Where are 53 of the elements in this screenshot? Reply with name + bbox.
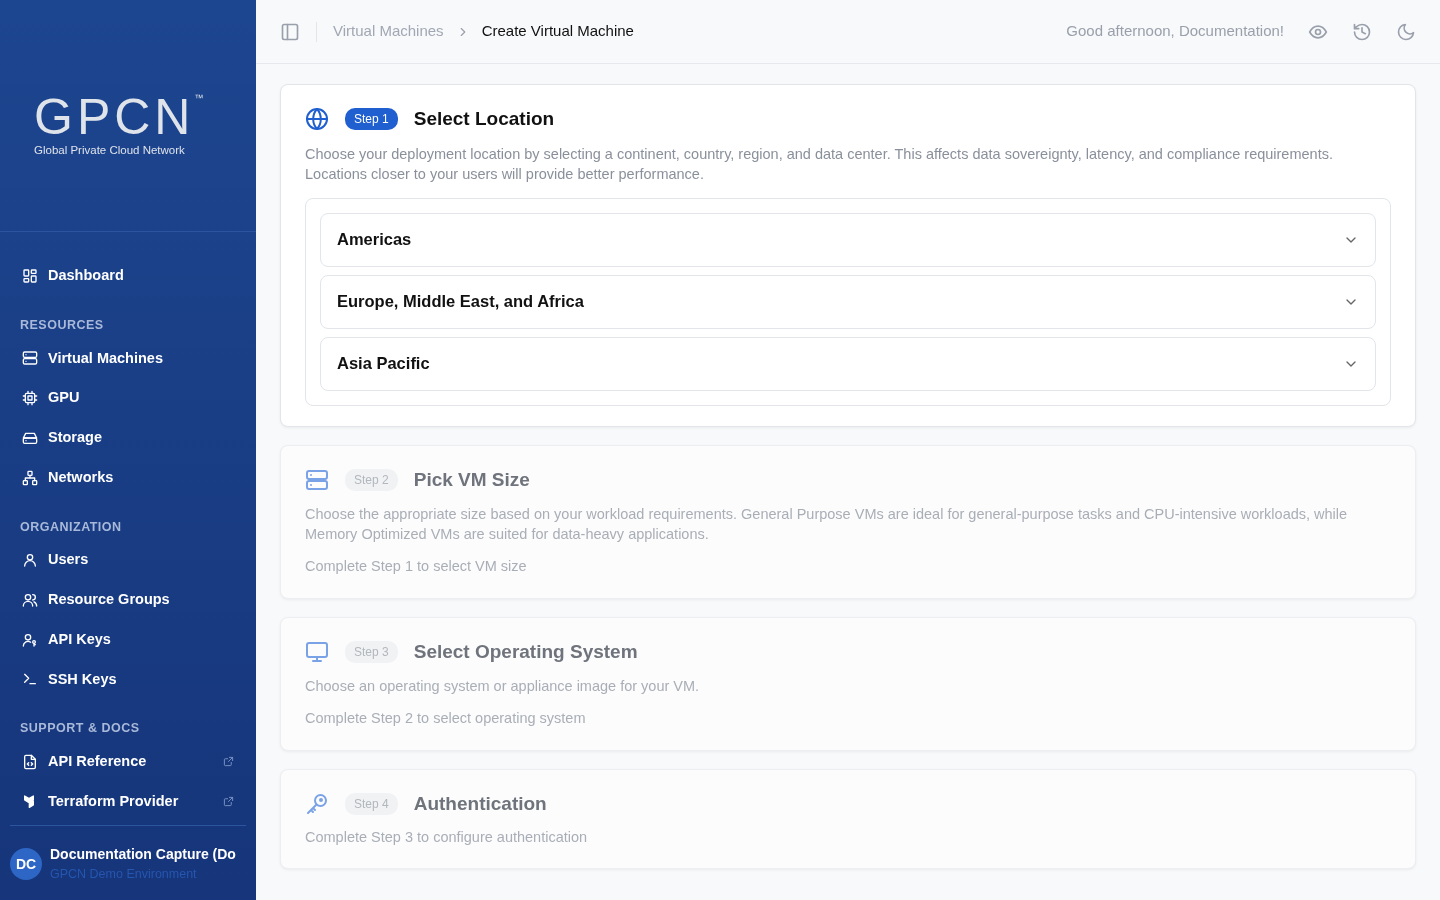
step-badge: Step 1 [345, 108, 398, 131]
moon-icon[interactable] [1396, 21, 1416, 42]
step-badge: Step 3 [345, 641, 398, 663]
nav-item[interactable]: Dashboard [10, 256, 246, 296]
server-icon [22, 350, 38, 367]
server-icon [305, 467, 329, 492]
region-accordion[interactable]: Europe, Middle East, and Africa [320, 274, 1376, 329]
users-icon [22, 591, 38, 608]
step-description: Choose the appropriate size based on your workload requirements. General Purpose VMs are ideal for general-purpose tasks and CPU-intensive workloads, while Memory Optimized VMs are suited for data-heavy applications. [305, 505, 1349, 544]
step-title: Authentication [413, 792, 547, 816]
logo-text: GPCN [34, 92, 195, 142]
step-hint: Complete Step 3 to configure authentication [305, 827, 589, 847]
logo-tagline: Global Private Cloud Network [34, 143, 186, 158]
nav-item[interactable]: Virtual Machines [10, 338, 246, 379]
step-description: Choose your deployment location by selecting a continent, country, region, and data center. This affects data sovereignty, latency, and compliance requirements. Locations closer to your users will provide better performance. [305, 144, 1334, 184]
nav-item[interactable]: Resource Groups [10, 580, 246, 620]
globe-icon [305, 107, 329, 132]
nav-item[interactable]: Terraform Provider [10, 781, 246, 822]
step-title: Select Operating System [413, 639, 638, 664]
history-icon[interactable] [1352, 21, 1372, 42]
section-heading: RESOURCES [19, 316, 105, 334]
network-icon [22, 469, 38, 486]
monitor-icon [305, 640, 329, 664]
nav-item[interactable]: GPU [10, 378, 246, 418]
step-title: Pick VM Size [413, 467, 530, 492]
section-heading: SUPPORT & DOCS [19, 720, 141, 738]
nav-item[interactable]: API Reference [10, 742, 246, 782]
step-title: Select Location [413, 107, 555, 131]
dashboard-icon [22, 267, 38, 284]
nav-item[interactable]: API Keys [10, 619, 246, 660]
trademark-sign: ™ [194, 92, 204, 105]
key-icon [305, 792, 329, 817]
chip-icon [22, 390, 38, 407]
region-accordion[interactable]: Asia Pacific [320, 336, 1376, 391]
step-hint: Complete Step 2 to select operating system [305, 709, 587, 729]
nav-item[interactable]: Users [10, 540, 246, 580]
nav-item[interactable]: Storage [10, 418, 246, 458]
step-hint: Complete Step 1 to select VM size [305, 557, 528, 576]
user-key-icon [22, 631, 38, 648]
region-accordion[interactable]: Americas [320, 212, 1376, 267]
section-heading: ORGANIZATION [19, 518, 123, 536]
document-icon [22, 753, 38, 770]
user-name: Documentation Capture (Do [50, 845, 236, 865]
step-badge: Step 4 [345, 793, 398, 816]
breadcrumb-current: Create Virtual Machine [481, 21, 634, 42]
nav-item[interactable]: Networks [10, 457, 246, 498]
step-description: Choose an operating system or appliance image for your VM. [305, 677, 701, 697]
sidebar-toggle-icon[interactable] [280, 21, 300, 42]
greeting-text: Good afternoon, Documentation! [1066, 21, 1284, 42]
user-avatar: DC [10, 848, 42, 881]
nav-item[interactable]: SSH Keys [10, 659, 246, 700]
step-badge: Step 2 [345, 468, 398, 491]
user-icon [22, 552, 38, 569]
